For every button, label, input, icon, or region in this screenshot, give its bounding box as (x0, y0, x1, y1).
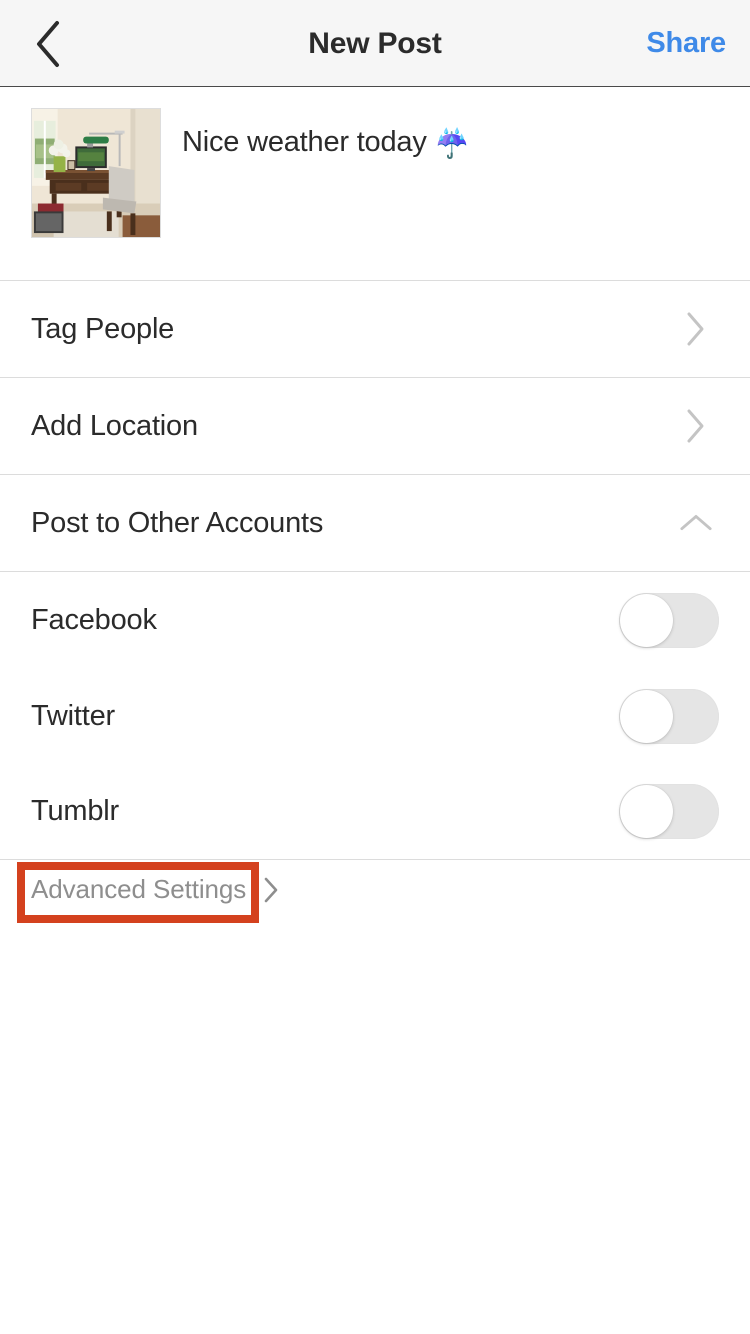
toggle-knob (620, 593, 673, 647)
post-to-other-accounts-label: Post to Other Accounts (31, 506, 324, 539)
navigation-header: New Post Share (0, 0, 750, 87)
chevron-right-icon (679, 409, 713, 443)
add-location-label: Add Location (31, 409, 198, 442)
facebook-label: Facebook (31, 603, 157, 636)
chevron-right-icon (258, 877, 284, 903)
toggle-knob (620, 689, 673, 743)
share-button[interactable]: Share (646, 0, 726, 87)
post-to-other-accounts-row[interactable]: Post to Other Accounts (0, 475, 750, 572)
twitter-account-row[interactable]: Twitter (0, 668, 750, 764)
tag-people-row[interactable]: Tag People (0, 281, 750, 378)
thumbnail-image (32, 109, 160, 237)
add-location-row[interactable]: Add Location (0, 378, 750, 475)
caption-body: Nice weather today (182, 126, 427, 158)
chevron-up-icon (679, 506, 713, 540)
toggle-knob (620, 785, 673, 838)
facebook-account-row[interactable]: Facebook (0, 572, 750, 668)
advanced-settings-button[interactable]: Advanced Settings (31, 874, 284, 905)
caption-composer-row[interactable]: Nice weather today ☔ (0, 87, 750, 281)
twitter-label: Twitter (31, 699, 115, 732)
chevron-right-icon (679, 312, 713, 346)
tag-people-label: Tag People (31, 312, 175, 345)
advanced-settings-section: Advanced Settings (0, 860, 750, 980)
tumblr-label: Tumblr (31, 795, 119, 827)
umbrella-with-rain-icon: ☔ (434, 128, 470, 159)
tumblr-account-row[interactable]: Tumblr (0, 764, 750, 860)
advanced-settings-label: Advanced Settings (31, 874, 247, 904)
tumblr-toggle[interactable] (619, 784, 719, 839)
twitter-toggle[interactable] (619, 688, 719, 744)
page-title: New Post (308, 27, 442, 60)
facebook-toggle[interactable] (619, 592, 719, 648)
post-thumbnail[interactable] (31, 108, 161, 238)
caption-text: Nice weather today ☔ (182, 108, 469, 163)
